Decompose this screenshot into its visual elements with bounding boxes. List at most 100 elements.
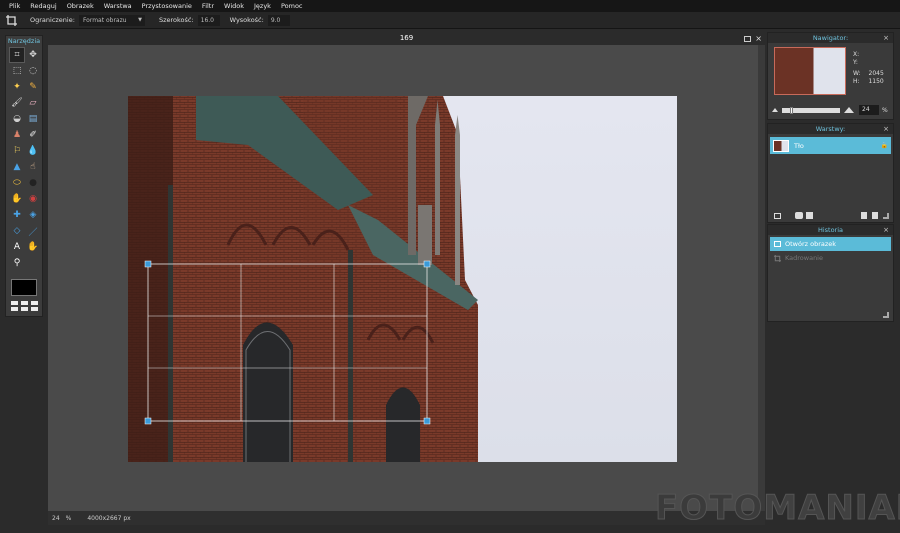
constraint-label: Ograniczenie: xyxy=(30,16,75,24)
view-modes[interactable] xyxy=(11,301,42,311)
history-item-label: Otwórz obrazek xyxy=(785,240,837,248)
menu-jezyk[interactable]: Język xyxy=(254,2,271,10)
zoom-icon[interactable]: ⚲ xyxy=(9,255,25,271)
lock-icon: 🔒 xyxy=(880,142,888,149)
smudge-icon[interactable]: ☝ xyxy=(25,159,41,175)
history-item-label: Kadrowanie xyxy=(785,254,823,262)
open-image-icon xyxy=(774,241,781,247)
pinch-icon[interactable]: ◇ xyxy=(9,223,25,239)
history-panel: Historia × Otwórz obrazek Kadrowanie xyxy=(767,224,894,322)
history-item[interactable]: Otwórz obrazek xyxy=(770,237,891,251)
wand-icon[interactable]: ✦ xyxy=(9,79,25,95)
close-icon[interactable]: × xyxy=(883,225,889,235)
brush-icon-glyph: 🖌 xyxy=(11,98,23,108)
sharpen-icon[interactable]: ▲ xyxy=(9,159,25,175)
vertical-scrollbar[interactable] xyxy=(758,45,765,511)
menu-filtr[interactable]: Filtr xyxy=(202,2,214,10)
image-dimensions: 4000x2667 px xyxy=(87,514,131,522)
canvas-area[interactable] xyxy=(48,45,758,511)
constraint-select[interactable]: Format obrazu ▼ xyxy=(78,14,145,26)
menu-widok[interactable]: Widok xyxy=(224,2,244,10)
close-icon[interactable]: × xyxy=(883,33,889,43)
sponge-icon-glyph: ⬭ xyxy=(13,178,21,188)
zoom-value[interactable]: 24 xyxy=(52,515,60,522)
close-icon[interactable]: × xyxy=(755,32,762,45)
crop-icon[interactable]: ⌗ xyxy=(9,47,25,63)
zoom-out-icon[interactable] xyxy=(772,108,778,112)
watermark-logo: FOTOMANIAK xyxy=(654,488,900,529)
burn-icon-glyph: ✋ xyxy=(11,194,23,204)
redeye-icon-glyph: ◉ xyxy=(29,194,37,204)
gradient-icon-glyph: ▤ xyxy=(28,114,38,124)
burn-icon[interactable]: ✋ xyxy=(9,191,25,207)
navigator-zoom-input[interactable]: 24 xyxy=(859,105,879,115)
navigator-zoom-unit: % xyxy=(882,106,888,114)
picker-icon[interactable]: ✐ xyxy=(25,127,41,143)
lasso-icon[interactable]: ◌ xyxy=(25,63,41,79)
layer-style-icon[interactable] xyxy=(806,212,813,219)
menu-warstwa[interactable]: Warstwa xyxy=(104,2,132,10)
sponge-icon[interactable]: ⬭ xyxy=(9,175,25,191)
bucket-icon[interactable]: ◒ xyxy=(9,111,25,127)
menu-bar: Plik Redaguj Obrazek Warstwa Przystosowa… xyxy=(0,0,900,12)
menu-pomoc[interactable]: Pomoc xyxy=(281,2,303,10)
trash-icon[interactable] xyxy=(872,212,878,219)
pencil-icon[interactable]: ✎ xyxy=(25,79,41,95)
spotheal-icon-glyph: ✚ xyxy=(13,210,21,220)
layers-toolbar xyxy=(774,212,889,219)
crop-handle xyxy=(144,260,152,268)
move-icon[interactable]: ✥ xyxy=(25,47,41,63)
marquee-icon[interactable]: ⬚ xyxy=(9,63,25,79)
replace-icon[interactable]: ⚐ xyxy=(9,143,25,159)
layer-settings-icon[interactable] xyxy=(774,212,781,219)
crop-handle xyxy=(144,417,152,425)
height-input[interactable]: 9.0 xyxy=(267,14,290,26)
dodge-icon[interactable]: ● xyxy=(25,175,41,191)
picker-icon-glyph: ✐ xyxy=(29,130,37,140)
eraser-icon[interactable]: ▱ xyxy=(25,95,41,111)
history-item[interactable]: Kadrowanie xyxy=(770,251,891,265)
bloat-icon[interactable]: ◈ xyxy=(25,207,41,223)
color-swatch[interactable] xyxy=(11,279,37,296)
stamp-icon[interactable]: ♟ xyxy=(9,127,25,143)
hand-icon[interactable]: ✋ xyxy=(25,239,41,255)
mask-icon[interactable] xyxy=(795,212,803,219)
new-layer-icon[interactable] xyxy=(861,212,867,219)
maximize-icon[interactable] xyxy=(744,35,752,42)
resize-icon[interactable] xyxy=(883,312,889,318)
tool-grid: ⌗ ✥ ⬚ ◌ ✦ ✎ 🖌 ▱ ◒ ▤ ♟ ✐ ⚐ 💧 ▲ ☝ ⬭ ● ✋ ◉ ✚ ◈ ◇ ／ A ✋ ⚲ xyxy=(6,47,42,271)
text-icon[interactable]: A xyxy=(9,239,25,255)
menu-plik[interactable]: Plik xyxy=(9,2,20,10)
h-value: 1150 xyxy=(868,78,884,85)
zoom-in-icon[interactable] xyxy=(844,107,854,113)
menu-przystosowanie[interactable]: Przystosowanie xyxy=(142,2,192,10)
line-icon[interactable]: ／ xyxy=(25,223,41,239)
menu-obrazek[interactable]: Obrazek xyxy=(67,2,94,10)
layers-panel: Warstwy: × Tło 🔒 xyxy=(767,123,894,223)
brush-icon[interactable]: 🖌 xyxy=(9,95,25,111)
photo xyxy=(128,96,677,462)
menu-redaguj[interactable]: Redaguj xyxy=(30,2,56,10)
navigator-thumbnail[interactable] xyxy=(774,47,846,95)
zoom-slider[interactable] xyxy=(782,106,840,114)
redeye-icon[interactable]: ◉ xyxy=(25,191,41,207)
bucket-icon-glyph: ◒ xyxy=(13,114,21,124)
height-label: Wysokość: xyxy=(229,16,264,24)
replace-icon-glyph: ⚐ xyxy=(12,146,22,156)
constraint-value: Format obrazu xyxy=(82,16,127,24)
w-value: 2045 xyxy=(868,70,884,77)
lasso-icon-glyph: ◌ xyxy=(29,66,37,76)
crop-icon-glyph: ⌗ xyxy=(14,50,20,60)
drop-icon[interactable]: 💧 xyxy=(25,143,41,159)
spotheal-icon[interactable]: ✚ xyxy=(9,207,25,223)
width-input[interactable]: 16.0 xyxy=(197,14,220,26)
close-icon[interactable]: × xyxy=(883,124,889,134)
zoom-icon-glyph: ⚲ xyxy=(13,258,21,268)
navigator-header: Nawigator: × xyxy=(768,33,893,43)
width-label: Szerokość: xyxy=(158,16,194,24)
photo-canvas[interactable] xyxy=(48,45,758,511)
gradient-icon[interactable]: ▤ xyxy=(25,111,41,127)
wand-icon-glyph: ✦ xyxy=(13,82,21,92)
resize-icon[interactable] xyxy=(883,212,889,219)
layer-row[interactable]: Tło 🔒 xyxy=(770,137,891,154)
